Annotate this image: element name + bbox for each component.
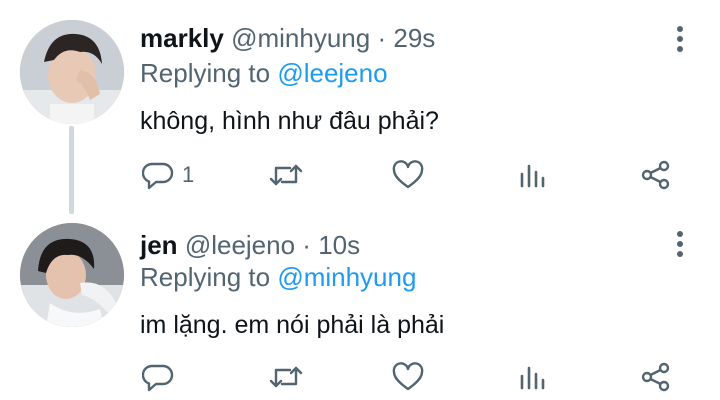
display-name[interactable]: markly [140, 23, 224, 53]
handle[interactable]: @leejeno [185, 230, 295, 260]
views-icon [520, 366, 545, 390]
more-options-button[interactable] [668, 24, 692, 54]
retweet-icon [269, 366, 303, 388]
like-button[interactable] [392, 155, 424, 195]
heart-icon [392, 362, 424, 391]
tweet[interactable]: markly @minhyung · 29s Replying to @leej… [0, 0, 720, 214]
tweet[interactable]: jen @leejeno · 10s Replying to @minhyung… [0, 205, 720, 400]
share-icon [641, 160, 670, 190]
more-dot [677, 46, 683, 52]
reply-icon [142, 162, 174, 190]
avatar[interactable] [20, 223, 124, 327]
retweet-icon [269, 164, 303, 186]
retweet-button[interactable] [268, 155, 304, 195]
reply-button[interactable] [142, 357, 182, 397]
tweet-text: không, hình như đâu phải? [140, 107, 439, 135]
like-button[interactable] [392, 357, 424, 397]
views-button[interactable] [518, 357, 546, 397]
views-icon [520, 164, 545, 188]
reply-count: 1 [182, 162, 195, 187]
replying-prefix: Replying to [140, 58, 278, 88]
replying-prefix: Replying to [140, 262, 278, 292]
thread-connector [69, 126, 74, 214]
more-dot [677, 36, 683, 42]
tweet-text: im lặng. em nói phải là phải [140, 311, 445, 339]
reply-icon [142, 364, 174, 392]
share-button[interactable] [640, 357, 672, 397]
action-bar: 1 [130, 155, 690, 195]
separator: · [302, 230, 311, 260]
more-options-button[interactable] [668, 229, 692, 259]
replying-to-line: Replying to @minhyung [140, 262, 416, 292]
action-bar [130, 357, 690, 397]
tweet-header: markly @minhyung · 29s [140, 23, 435, 53]
reply-button[interactable]: 1 [142, 155, 194, 195]
avatar-photo-jen [20, 223, 124, 327]
replying-to-line: Replying to @leejeno [140, 58, 388, 88]
heart-icon [392, 160, 424, 189]
views-button[interactable] [518, 155, 546, 195]
retweet-button[interactable] [268, 357, 304, 397]
mention-link[interactable]: @minhyung [277, 262, 416, 292]
more-vertical-icon [677, 231, 683, 237]
avatar-photo-markly [20, 20, 124, 124]
share-icon [641, 362, 670, 392]
tweet-header: jen @leejeno · 10s [140, 230, 360, 260]
timestamp[interactable]: 10s [318, 230, 360, 260]
display-name[interactable]: jen [140, 230, 178, 260]
more-dot [677, 241, 683, 247]
more-dot [677, 251, 683, 257]
handle[interactable]: @minhyung [231, 23, 370, 53]
timestamp[interactable]: 29s [393, 23, 435, 53]
more-vertical-icon [677, 26, 683, 32]
share-button[interactable] [640, 155, 672, 195]
mention-link[interactable]: @leejeno [277, 58, 387, 88]
avatar[interactable] [20, 20, 124, 124]
separator: · [377, 23, 387, 53]
